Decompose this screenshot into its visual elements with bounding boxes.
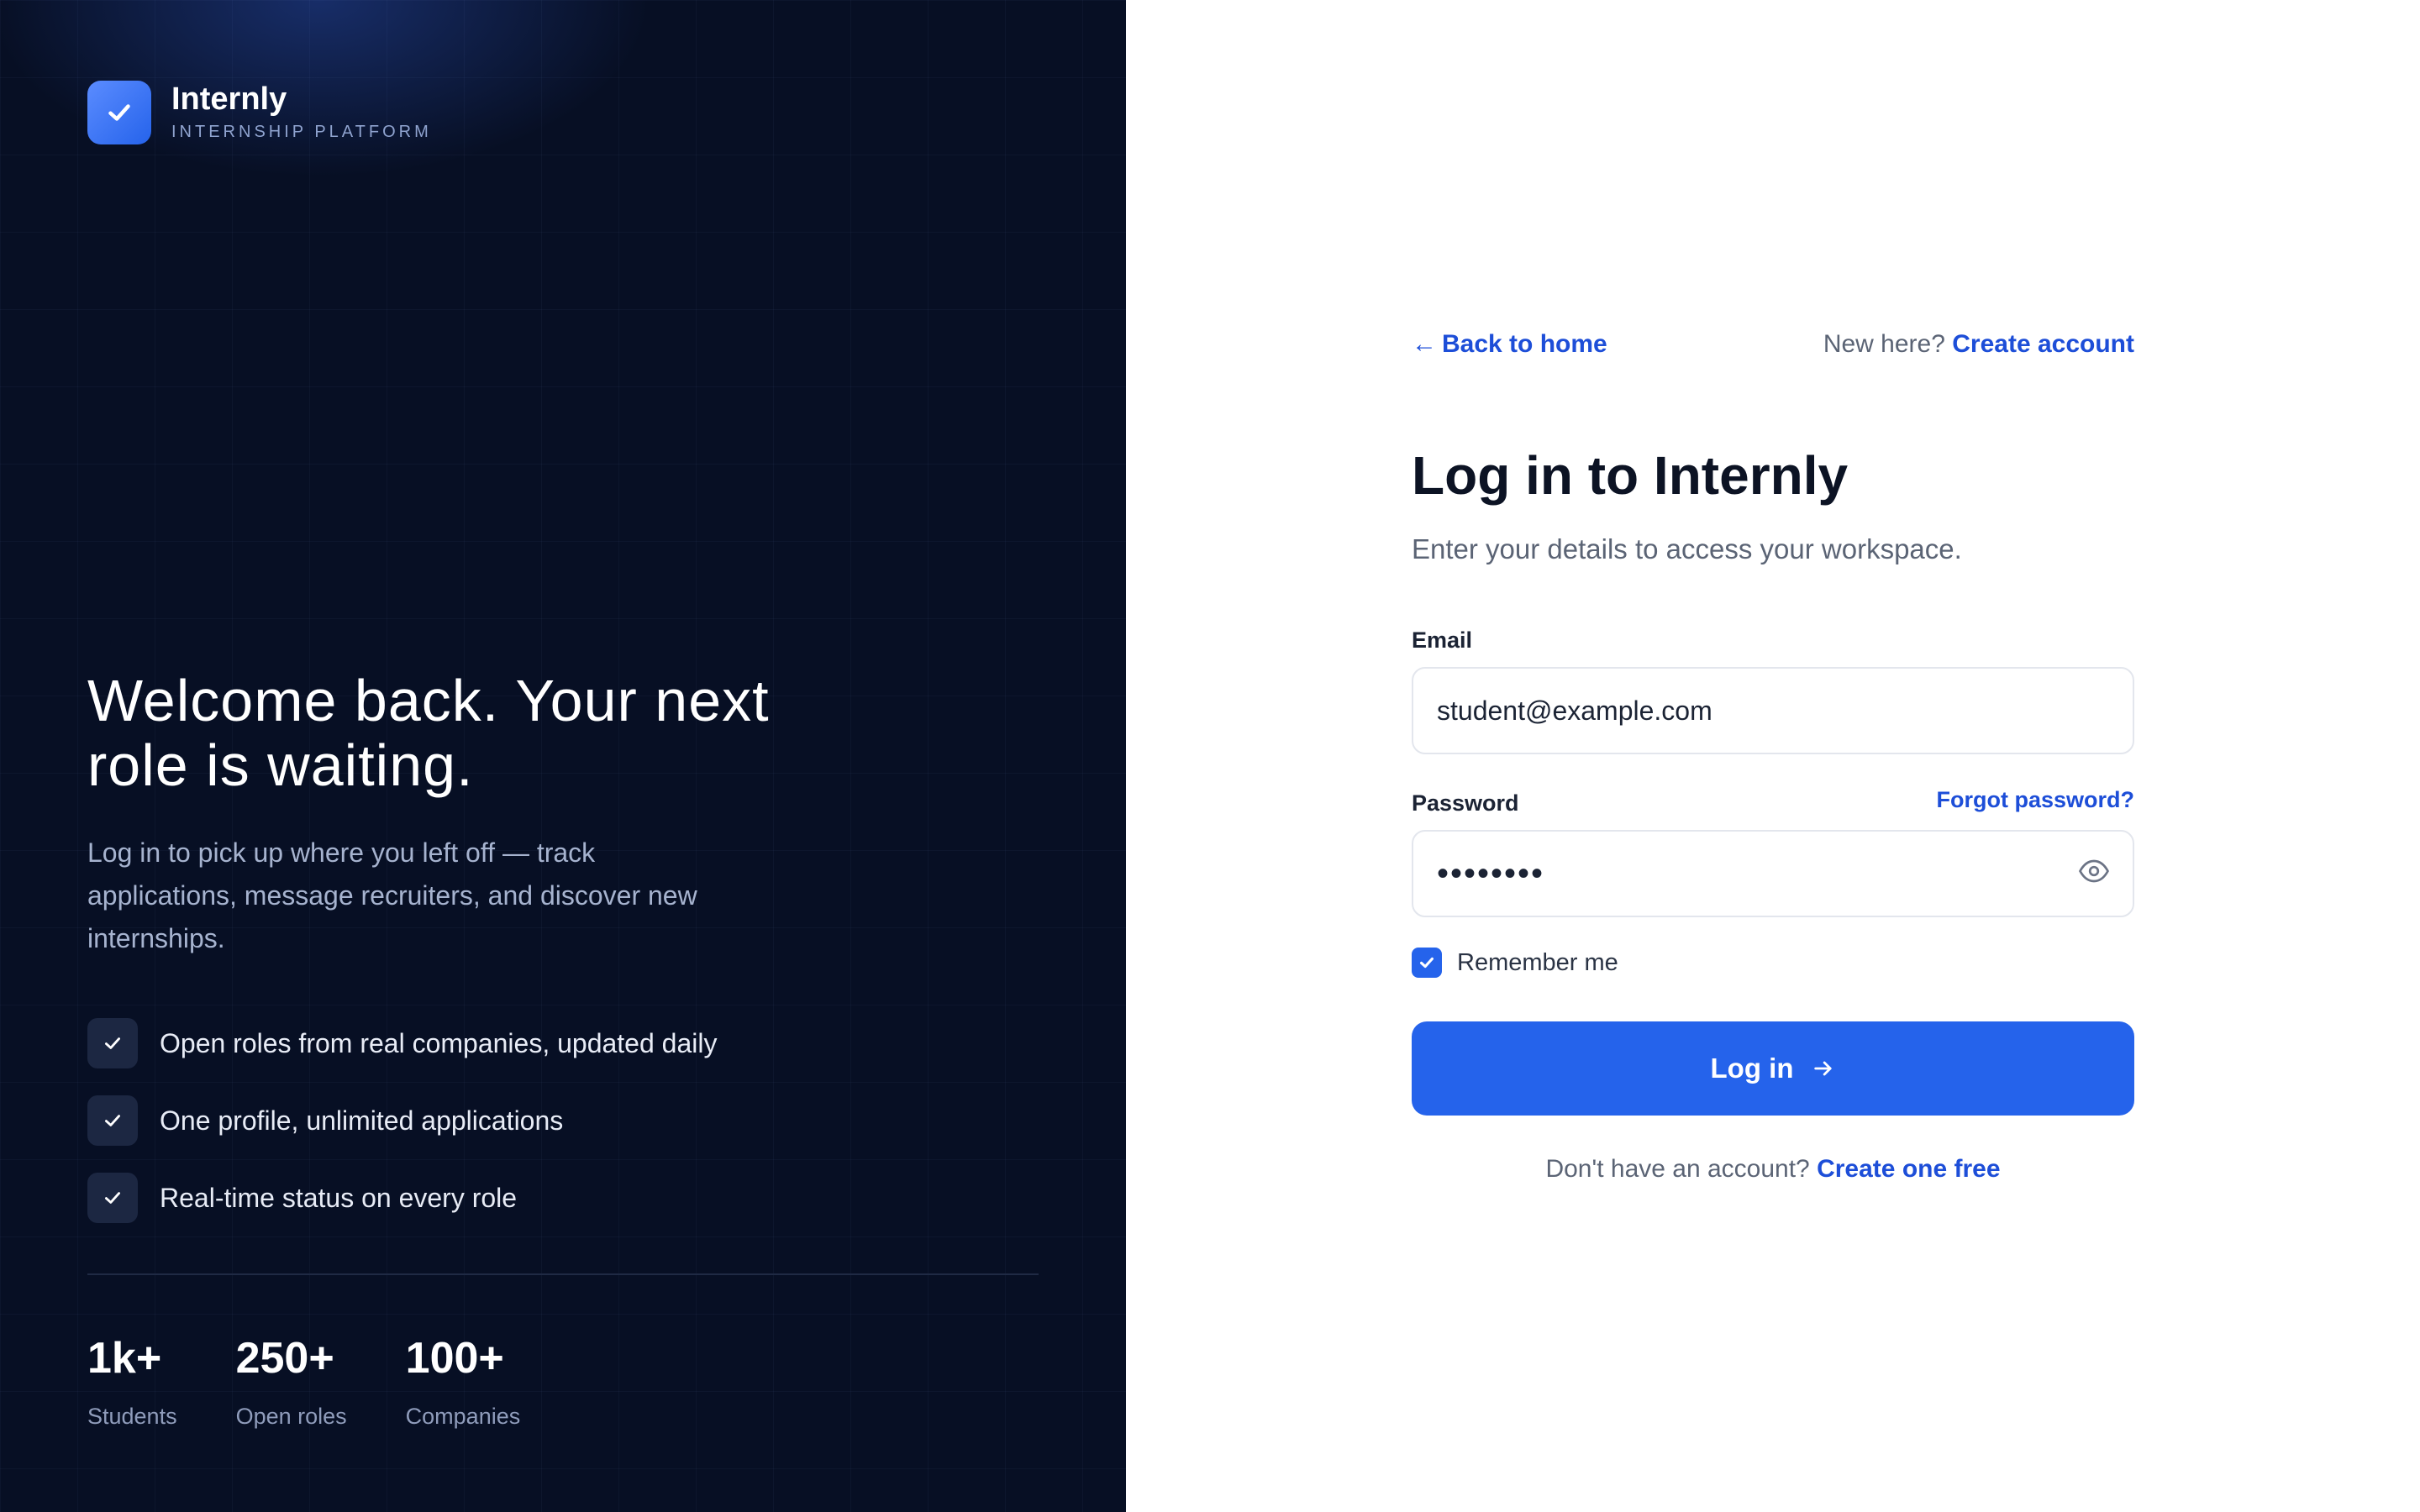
remember-checkbox[interactable] — [1412, 948, 1442, 978]
login-panel — [1126, 0, 2420, 1512]
check-icon — [87, 1018, 138, 1068]
stats-row: 1k+ Students 250+ Open roles 100+ Compan… — [87, 1331, 579, 1433]
no-account-label: Don't have an account? — [1545, 1155, 1810, 1183]
stat-value: 250+ — [235, 1334, 334, 1383]
stat-label: Open roles — [235, 1404, 347, 1429]
arrow-left-icon: ← — [1412, 330, 1437, 358]
remember-me[interactable]: Remember me — [1412, 948, 1618, 978]
back-to-home-link[interactable]: ← Back to home — [1412, 326, 1607, 363]
create-one-free-link[interactable]: Create one free — [1817, 1155, 2000, 1183]
brand[interactable]: Internly INTERNSHIP PLATFORM — [87, 81, 432, 144]
stat-value: 100+ — [405, 1334, 504, 1383]
feature-item: Real-time status on every role — [87, 1173, 717, 1223]
password-field[interactable] — [1412, 830, 2134, 917]
stat-open-roles: 250+ Open roles — [236, 1331, 347, 1433]
form-subtitle: Enter your details to access your worksp… — [1412, 533, 1962, 564]
stat-value: 1k+ — [87, 1334, 162, 1383]
forgot-password-link[interactable]: Forgot password? — [1937, 785, 2135, 815]
remember-label: Remember me — [1457, 948, 1618, 976]
hero-panel: Internly INTERNSHIP PLATFORM Welcome bac… — [0, 0, 1126, 1512]
arrow-right-icon — [1812, 1057, 1835, 1080]
password-label: Password — [1412, 790, 1519, 816]
form-title: Log in to Internly — [1412, 445, 1849, 506]
signup-prompt: Don't have an account? Create one free — [1412, 1152, 2134, 1186]
email-label: Email — [1412, 627, 1473, 653]
new-here-label: New here? — [1823, 330, 1945, 358]
create-account-link[interactable]: Create account — [1952, 330, 2134, 358]
new-here-prompt: New here? Create account — [1823, 326, 2134, 363]
brand-name: Internly — [171, 81, 287, 117]
stat-label: Companies — [405, 1404, 521, 1429]
check-icon — [87, 1095, 138, 1146]
top-links: ← Back to home New here? Create account — [1412, 326, 2134, 363]
back-link-label: Back to home — [1442, 330, 1607, 358]
feature-list: Open roles from real companies, updated … — [87, 1018, 717, 1250]
logo-check-icon — [87, 81, 151, 144]
login-button-label: Log in — [1710, 1053, 1794, 1084]
login-button[interactable]: Log in — [1412, 1021, 2134, 1116]
stat-label: Students — [87, 1404, 177, 1429]
check-icon — [87, 1173, 138, 1223]
feature-item: One profile, unlimited applications — [87, 1095, 717, 1146]
email-field[interactable] — [1412, 667, 2134, 754]
stat-students: 1k+ Students — [87, 1331, 177, 1433]
divider — [87, 1273, 1039, 1275]
feature-item: Open roles from real companies, updated … — [87, 1018, 717, 1068]
feature-label: One profile, unlimited applications — [160, 1105, 564, 1136]
feature-label: Open roles from real companies, updated … — [160, 1027, 718, 1058]
brand-tagline: INTERNSHIP PLATFORM — [171, 123, 432, 141]
hero-title: Welcome back. Your next role is waiting. — [87, 668, 770, 798]
hero-subtitle: Log in to pick up where you left off — t… — [87, 837, 697, 953]
eye-icon[interactable] — [2077, 858, 2111, 884]
feature-label: Real-time status on every role — [160, 1182, 518, 1213]
stat-companies: 100+ Companies — [406, 1331, 521, 1433]
